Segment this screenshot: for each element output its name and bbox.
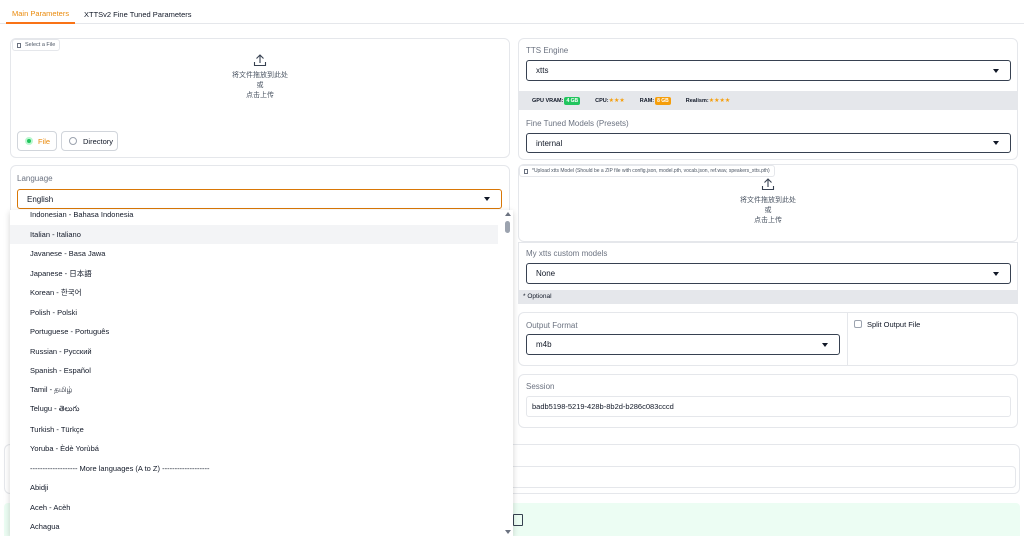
tab-main-parameters[interactable]: Main Parameters <box>6 4 76 24</box>
tts-engine-value: xtts <box>536 66 549 75</box>
split-output-checkbox[interactable]: Split Output File <box>854 319 920 329</box>
language-option[interactable]: Russian - Русский <box>10 342 498 361</box>
language-option[interactable]: Javanese - Basa Jawa <box>10 244 498 263</box>
ram-label: RAM: <box>639 97 655 104</box>
language-option[interactable]: Polish - Polski <box>10 303 498 322</box>
output-format-value: m4b <box>536 340 552 349</box>
gpu-vram-label: GPU VRAM: <box>532 97 564 104</box>
chevron-down-icon <box>993 141 999 145</box>
language-option[interactable]: Aceh - Acèh <box>10 498 498 517</box>
output-format-divider <box>847 313 848 365</box>
cpu-label: CPU: <box>595 97 609 104</box>
language-option[interactable]: Telugu - తెలుగు <box>10 400 498 419</box>
chevron-down-icon <box>993 68 999 73</box>
upload-icon <box>253 54 267 67</box>
upload-hint-line1: 将文件拖放到此处 <box>232 72 288 79</box>
file-icon <box>17 42 21 48</box>
tts-engine-select[interactable]: xtts <box>526 60 1011 81</box>
scroll-up-icon <box>505 212 511 216</box>
session-label: Session <box>526 382 555 391</box>
convert-icon <box>513 514 523 526</box>
select-file-tag: Select a File <box>12 39 61 51</box>
session-value: badb5198-5219-428b-8b2d-b286c083cccd <box>532 402 674 411</box>
checkbox-icon <box>854 320 862 328</box>
directory-radio-label: Directory <box>83 136 114 146</box>
chevron-down-icon <box>484 197 490 201</box>
ram-badge: 8 GB <box>655 96 671 105</box>
optional-note: * Optional <box>519 290 1017 303</box>
chevron-down-icon <box>822 342 828 347</box>
language-option[interactable]: Achagua <box>10 517 498 536</box>
session-input[interactable]: badb5198-5219-428b-8b2d-b286c083cccd <box>526 396 1011 417</box>
language-option[interactable]: Tamil - தமிழ் <box>10 381 498 400</box>
split-output-label: Split Output File <box>867 319 921 329</box>
file-radio-label: File <box>38 136 51 146</box>
custom-upload-hint-line3: 点击上传 <box>754 217 782 224</box>
engine-info-bar: GPU VRAM: 4 GB CPU: ★★★ RAM: 8 GB Realis… <box>519 91 1017 110</box>
select-file-label: Select a File <box>25 42 56 48</box>
language-option[interactable]: Yoruba - Èdè Yorùbá <box>10 439 498 458</box>
upload-drop-zone[interactable]: 将文件拖放到此处 或 点击上传 <box>160 50 360 110</box>
gpu-vram-badge: 4 GB <box>564 96 581 105</box>
custom-upload-drop-zone[interactable]: 将文件拖放到此处 或 点击上传 <box>668 175 868 235</box>
realism-label: Realism: <box>685 97 709 104</box>
upload-hint-line2: 或 <box>256 82 264 89</box>
radio-selected-icon <box>25 137 33 145</box>
fine-tuned-label: Fine Tuned Models (Presets) <box>526 119 629 128</box>
cpu-stars-icon: ★★★ <box>608 98 625 104</box>
language-option[interactable]: Abidji <box>10 478 498 497</box>
language-option[interactable]: Indonesian - Bahasa Indonesia <box>10 207 498 222</box>
directory-radio-option[interactable]: Directory <box>61 131 118 151</box>
file-icon <box>524 168 528 174</box>
language-option[interactable]: Korean - 한국어 <box>10 283 498 302</box>
language-option[interactable]: Portuguese - Português <box>10 322 498 341</box>
custom-models-select[interactable]: None <box>526 263 1011 284</box>
scroll-down-icon <box>505 530 511 534</box>
language-value: English <box>27 194 54 204</box>
language-select[interactable]: English <box>17 189 502 209</box>
custom-models-label: My xtts custom models <box>526 249 608 258</box>
realism-stars-icon: ★★★★ <box>708 98 731 104</box>
fine-tuned-select[interactable]: internal <box>526 133 1011 153</box>
custom-models-value: None <box>536 269 556 278</box>
language-option[interactable]: Italian - Italiano <box>10 224 498 244</box>
file-radio-option[interactable]: File <box>17 131 57 151</box>
language-label: Language <box>17 174 53 183</box>
dropdown-scrollbar[interactable] <box>505 212 511 534</box>
custom-upload-hint-line1: 将文件拖放到此处 <box>740 197 796 204</box>
language-option[interactable]: Turkish - Türkçe <box>10 420 498 439</box>
upload-icon <box>761 178 775 191</box>
output-format-select[interactable]: m4b <box>526 334 840 355</box>
chevron-down-icon <box>993 271 999 276</box>
language-option[interactable]: Japanese - 日本語 <box>10 264 498 283</box>
custom-upload-hint-line2: 或 <box>764 207 772 214</box>
upload-hint-line3: 点击上传 <box>246 92 274 99</box>
custom-upload-label: *Upload xtts Model (Should be a ZIP file… <box>532 168 770 174</box>
tts-engine-label: TTS Engine <box>526 46 569 55</box>
optional-note-text: * Optional <box>523 293 552 300</box>
tab-xttsv2-fine-tuned[interactable]: XTTSv2 Fine Tuned Parameters <box>81 4 195 24</box>
language-option[interactable]: Spanish - Español <box>10 361 498 380</box>
fine-tuned-value: internal <box>536 138 563 148</box>
output-format-label: Output Format <box>526 321 578 330</box>
language-option[interactable]: ------------------- More languages (A to… <box>10 459 498 478</box>
scroll-thumb[interactable] <box>505 221 510 233</box>
radio-empty-icon <box>69 137 77 145</box>
